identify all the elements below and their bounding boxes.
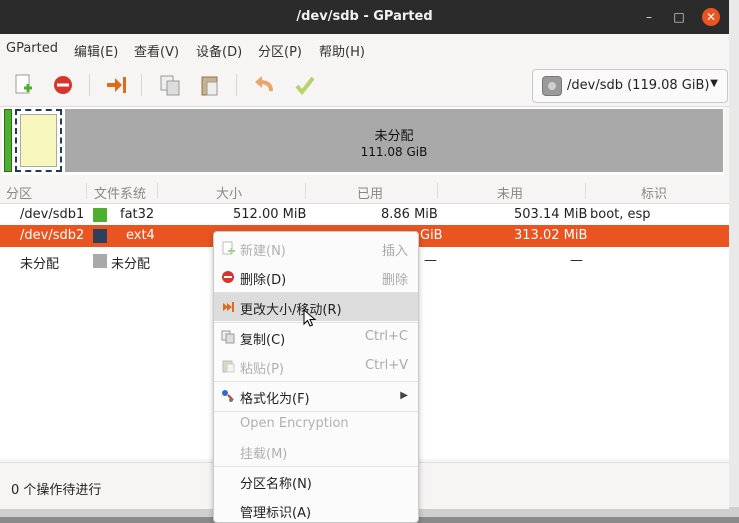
menu-item-mount[interactable]: 挂载(M) [214, 437, 418, 465]
apply-icon[interactable] [292, 72, 318, 98]
column-header-used[interactable]: 已用 [357, 183, 383, 202]
partition-context-menu: 新建(N) 插入 删除(D) 删除 更改大小/移动(R) 复制(C) Ctrl+… [213, 231, 419, 523]
menu-view[interactable]: 查看(V) [134, 41, 179, 60]
submenu-arrow-icon: ▶ [400, 390, 408, 401]
menu-edit[interactable]: 编辑(E) [74, 41, 118, 60]
menu-item-label: 挂载(M) [240, 447, 288, 462]
menu-item-accel: 删除 [381, 273, 408, 288]
menu-item-accel: Ctrl+C [364, 329, 408, 344]
cell-partition: /dev/sdb2 [20, 228, 85, 243]
maximize-button[interactable]: □ [670, 8, 688, 26]
menu-item-new[interactable]: 新建(N) 插入 [214, 234, 418, 262]
undo-icon[interactable] [251, 72, 277, 98]
menu-item-label: 分区名称(N) [240, 477, 312, 492]
cell-unused: 313.02 MiB [514, 228, 588, 243]
paste-icon [222, 360, 235, 373]
column-header-flags[interactable]: 标识 [641, 183, 667, 202]
chevron-down-icon: ▼ [710, 78, 718, 89]
menu-device[interactable]: 设备(D) [196, 41, 242, 60]
cell-flags: boot, esp [590, 207, 651, 222]
menu-item-label: Open Encryption [240, 416, 349, 431]
column-header-unused[interactable]: 未用 [497, 183, 523, 202]
column-header-size[interactable]: 大小 [216, 183, 242, 202]
cell-unused: — [570, 253, 583, 268]
device-selector[interactable]: /dev/sdb (119.08 GiB) ▼ [532, 69, 728, 103]
cell-filesystem: fat32 [120, 207, 155, 222]
cell-used: — [424, 253, 437, 268]
table-row[interactable]: /dev/sdb1 fat32 512.00 MiB 8.86 MiB 503.… [0, 204, 729, 226]
menu-bar: GParted 编辑(E) 查看(V) 设备(D) 分区(P) 帮助(H) [0, 34, 729, 64]
cell-size: 512.00 MiB [233, 207, 307, 222]
unallocated-label: 未分配 [374, 129, 414, 144]
title-bar[interactable]: /dev/sdb - GParted – □ ✕ [0, 0, 729, 34]
cell-used: 8.86 MiB [381, 207, 438, 222]
unallocated-graphic[interactable]: 未分配 111.08 GiB [65, 109, 723, 172]
window-title: /dev/sdb - GParted [296, 9, 433, 24]
menu-item-label: 管理标识(A) [240, 506, 312, 521]
menu-partition[interactable]: 分区(P) [258, 41, 302, 60]
menu-item-partition-name[interactable]: 分区名称(N) [214, 467, 418, 495]
menu-item-label: 新建(N) [240, 244, 286, 259]
menu-item-format[interactable]: 格式化为(F) ▶ [214, 382, 418, 410]
menu-item-accel: 插入 [381, 244, 408, 259]
resize-move-icon [223, 302, 234, 312]
partition-list-header: 分区 文件系统 大小 已用 未用 标识 [0, 179, 729, 204]
device-selector-label: /dev/sdb (119.08 GiB) [567, 78, 710, 93]
fs-color-swatch [93, 254, 107, 268]
minimize-button[interactable]: – [640, 8, 658, 26]
delete-icon [222, 271, 234, 283]
menu-item-label: 删除(D) [240, 273, 287, 288]
partition-graphic-sdb2[interactable] [15, 109, 62, 172]
paste-icon[interactable] [197, 72, 223, 98]
fs-color-swatch [93, 208, 107, 222]
partition-graphic-sdb1[interactable] [4, 109, 12, 172]
cell-partition: /dev/sdb1 [20, 207, 85, 222]
cell-unused: 503.14 MiB [514, 207, 588, 222]
disk-graphic: 未分配 111.08 GiB [2, 107, 724, 175]
desktop-background [729, 0, 739, 517]
new-partition-icon [222, 241, 235, 255]
delete-icon[interactable] [50, 72, 76, 98]
toolbar-separator [89, 74, 90, 96]
cell-filesystem: 未分配 [111, 257, 151, 272]
menu-item-label: 格式化为(F) [240, 392, 310, 407]
menu-item-label: 粘贴(P) [240, 362, 284, 377]
menu-help[interactable]: 帮助(H) [319, 41, 365, 60]
cell-filesystem: ext4 [126, 228, 155, 243]
menu-gparted[interactable]: GParted [6, 41, 58, 56]
cell-used: GiB [420, 228, 443, 243]
menu-item-label: 更改大小/移动(R) [240, 303, 342, 318]
toolbar-separator [236, 74, 237, 96]
pending-operations-status: 0 个操作待进行 [11, 483, 102, 498]
menu-item-manage-flags[interactable]: 管理标识(A) [214, 496, 418, 522]
toolbar: /dev/sdb (119.08 GiB) ▼ [0, 64, 729, 107]
disk-icon [542, 76, 562, 96]
menu-item-paste[interactable]: 粘贴(P) Ctrl+V [214, 352, 418, 380]
new-partition-icon[interactable] [10, 72, 36, 98]
unallocated-size: 111.08 GiB [360, 145, 428, 159]
fs-color-swatch [93, 229, 107, 243]
copy-icon[interactable] [157, 72, 183, 98]
menu-item-open-encryption[interactable]: Open Encryption [214, 410, 418, 438]
menu-item-delete[interactable]: 删除(D) 删除 [214, 263, 418, 291]
cell-partition: 未分配 [20, 257, 60, 272]
column-header-partition[interactable]: 分区 [6, 183, 32, 202]
mouse-pointer-icon [303, 309, 317, 327]
resize-move-icon[interactable] [103, 72, 129, 98]
menu-item-accel: Ctrl+V [365, 358, 408, 373]
toolbar-separator [141, 74, 142, 96]
format-icon [222, 390, 234, 402]
menu-item-label: 复制(C) [240, 333, 286, 348]
column-header-filesystem[interactable]: 文件系统 [94, 183, 146, 202]
copy-icon [221, 330, 235, 344]
close-button[interactable]: ✕ [702, 8, 720, 26]
